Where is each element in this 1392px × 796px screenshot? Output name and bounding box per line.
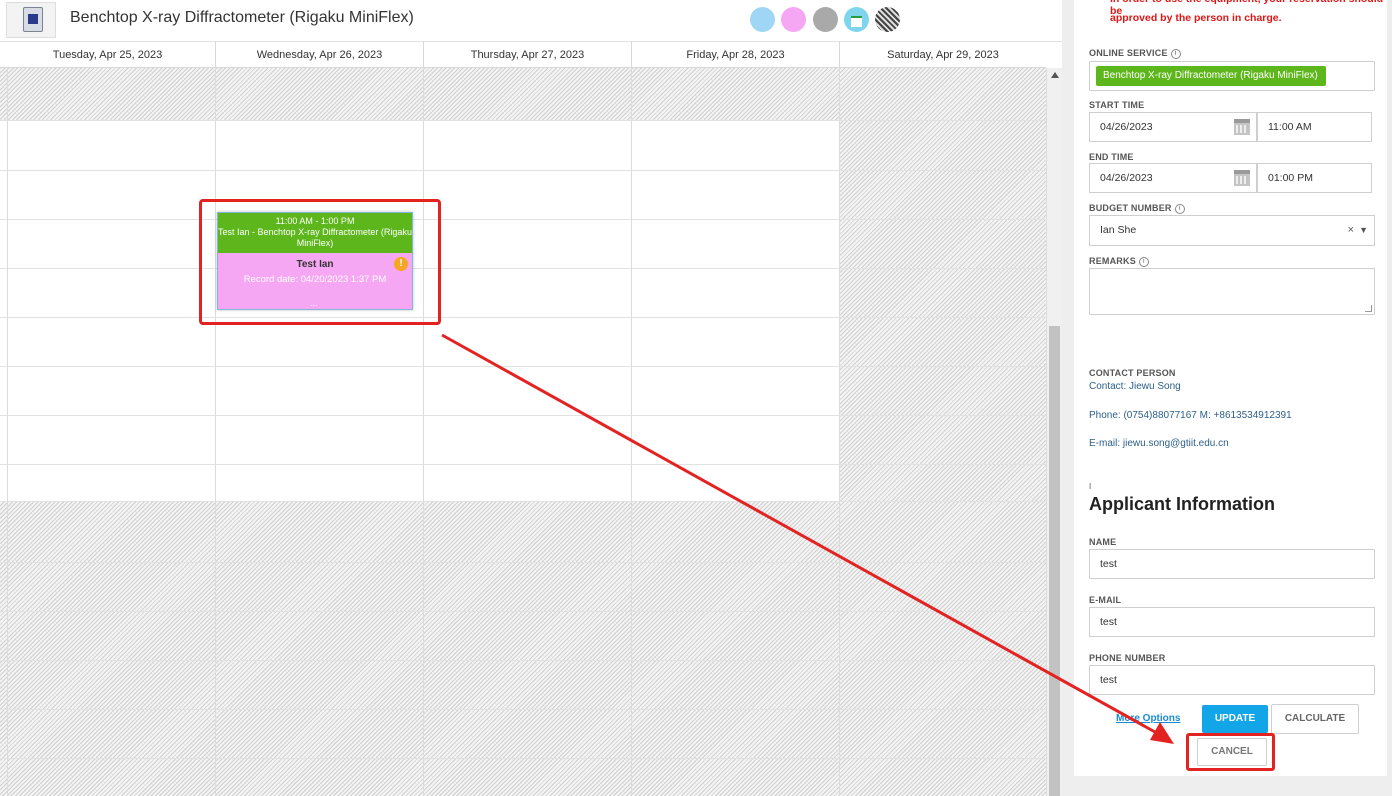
end-time-label: END TIME (1089, 152, 1134, 162)
day-header-tuesday: Tuesday, Apr 25, 2023 (52, 49, 163, 61)
legend-gray-dot-icon[interactable] (813, 7, 838, 32)
day-divider (7, 68, 8, 796)
budget-number-label: BUDGET NUMBER i (1089, 203, 1185, 214)
panel-gutter (1062, 0, 1074, 796)
name-label: NAME (1089, 537, 1117, 547)
clear-icon[interactable]: × (1348, 216, 1354, 244)
calendar-grid[interactable] (0, 68, 1046, 796)
budget-number-select[interactable]: Ian She × ▼ (1089, 215, 1375, 246)
hour-line (0, 317, 1046, 318)
hour-line (0, 562, 1046, 563)
legend-pink-dot-icon[interactable] (781, 7, 806, 32)
online-service-tag[interactable]: Benchtop X-ray Diffractometer (Rigaku Mi… (1096, 66, 1326, 86)
scroll-up-arrow-icon[interactable] (1051, 72, 1059, 78)
approval-notice-line2: approved by the person in charge. (1110, 12, 1282, 24)
email-input[interactable]: test (1089, 607, 1375, 637)
phone-number-input[interactable]: test (1089, 665, 1375, 695)
calendar-icon[interactable] (1234, 119, 1250, 135)
hour-line (0, 219, 1046, 220)
info-icon[interactable]: i (1174, 203, 1185, 214)
day-header-saturday: Saturday, Apr 29, 2023 (839, 42, 1046, 68)
hour-line (0, 611, 1046, 612)
legend-blue-dot-icon[interactable] (750, 7, 775, 32)
hour-line (0, 120, 1046, 121)
chevron-down-icon[interactable]: ▼ (1359, 216, 1368, 244)
scroll-thumb[interactable] (1049, 326, 1060, 796)
legend-calendar-icon[interactable] (844, 7, 869, 32)
calendar-icon[interactable] (1234, 170, 1250, 186)
calendar-scrollbar[interactable] (1046, 68, 1062, 796)
hour-line (0, 415, 1046, 416)
hour-line (0, 501, 1046, 502)
start-time-label: START TIME (1089, 100, 1145, 110)
day-header-wednesday: Wednesday, Apr 26, 2023 (215, 42, 423, 68)
hour-line (0, 464, 1046, 465)
hour-line (0, 660, 1046, 661)
applicant-info-heading: Applicant Information (1089, 494, 1275, 514)
hour-line (0, 709, 1046, 710)
hour-line (0, 268, 1046, 269)
contact-name: Contact: Jiewu Song (1089, 381, 1181, 392)
info-icon[interactable]: i (1170, 48, 1181, 59)
unavailable-block (0, 501, 1046, 796)
day-divider (631, 68, 632, 796)
day-header-friday: Friday, Apr 28, 2023 (631, 42, 839, 68)
annotation-highlight-cancel (1186, 733, 1275, 771)
day-divider (839, 68, 840, 796)
remarks-textarea[interactable] (1089, 268, 1375, 315)
annotation-highlight-event (199, 199, 441, 325)
calendar-header: Tuesday, Apr 25, 2023 Wednesday, Apr 26,… (0, 42, 1046, 68)
hour-line (0, 170, 1046, 171)
hour-line (0, 366, 1046, 367)
section-marker: I (1089, 482, 1092, 491)
start-date-input[interactable]: 04/26/2023 (1089, 112, 1257, 142)
online-service-label: ONLINE SERVICE i (1089, 48, 1181, 59)
app-window: Benchtop X-ray Diffractometer (Rigaku Mi… (0, 0, 1392, 796)
calculate-button[interactable]: CALCULATE (1271, 704, 1359, 734)
legend-hatched-icon[interactable] (875, 7, 900, 32)
phone-number-label: PHONE NUMBER (1089, 653, 1166, 663)
unavailable-block (839, 120, 1046, 501)
window-edge (1387, 0, 1392, 796)
end-time-input[interactable]: 01:00 PM (1257, 163, 1372, 193)
unavailable-block (0, 68, 1046, 120)
reservation-form-panel: In order to use the equipment, your rese… (1074, 0, 1387, 776)
update-button[interactable]: UPDATE (1202, 705, 1268, 733)
email-label: E-MAIL (1089, 595, 1122, 605)
contact-phone: Phone: (0754)88077167 M: +8613534912391 (1089, 410, 1292, 421)
day-divider (423, 68, 424, 796)
name-input[interactable]: test (1089, 549, 1375, 579)
contact-email[interactable]: E-mail: jiewu.song@gtiit.edu.cn (1089, 438, 1229, 449)
start-time-input[interactable]: 11:00 AM (1257, 112, 1372, 142)
day-header-thursday: Thursday, Apr 27, 2023 (423, 42, 631, 68)
day-divider (215, 68, 216, 796)
page-title: Benchtop X-ray Diffractometer (Rigaku Mi… (70, 9, 414, 26)
info-icon[interactable]: i (1138, 256, 1149, 267)
panel-footer (1074, 776, 1387, 796)
contact-person-label: CONTACT PERSON (1089, 368, 1176, 378)
equipment-thumbnail-icon (6, 2, 56, 38)
hour-line (0, 758, 1046, 759)
end-date-input[interactable]: 04/26/2023 (1089, 163, 1257, 193)
header-bar: Benchtop X-ray Diffractometer (Rigaku Mi… (0, 0, 1062, 42)
more-options-link[interactable]: More Options (1116, 713, 1180, 724)
remarks-label: REMARKS i (1089, 256, 1149, 267)
online-service-field[interactable]: Benchtop X-ray Diffractometer (Rigaku Mi… (1089, 61, 1375, 91)
